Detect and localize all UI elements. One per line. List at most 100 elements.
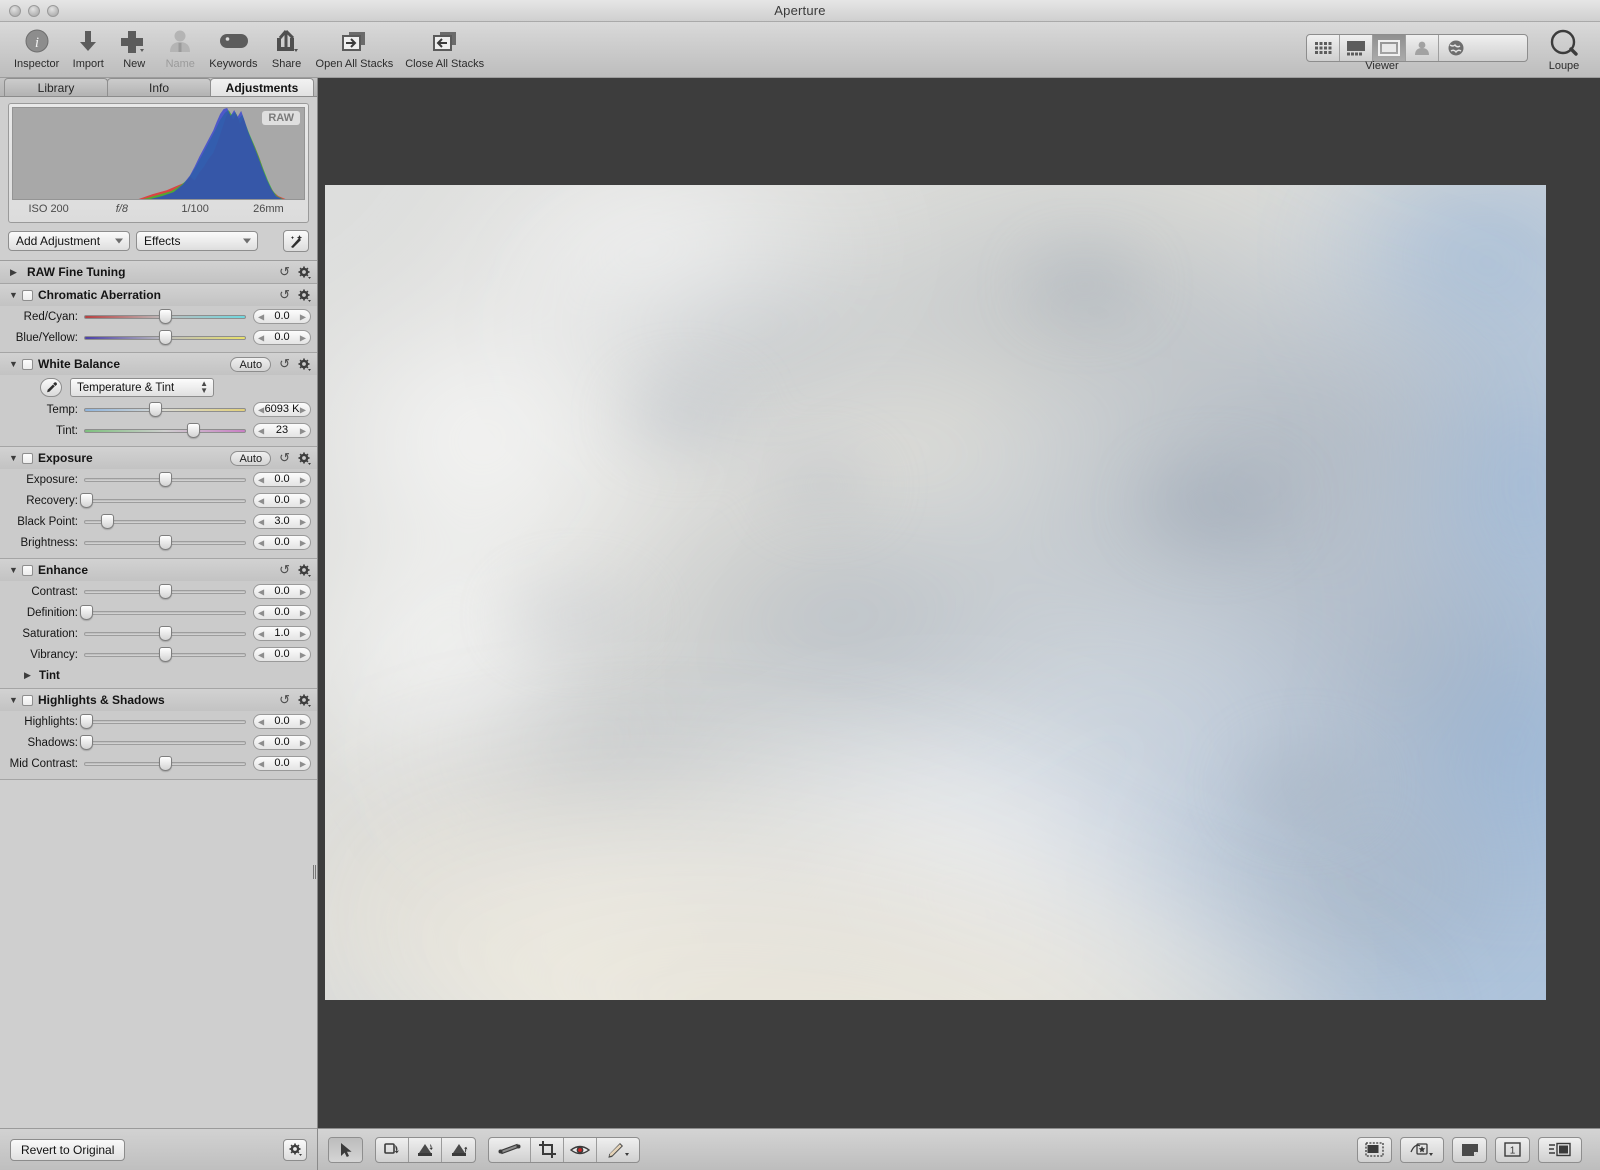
slider-tint[interactable]: [84, 420, 246, 441]
adjustments-scroll-area[interactable]: ▶ RAW Fine Tuning ↺ ▼ Chromatic Aberrati…: [0, 261, 317, 1128]
stepper-decrement-icon[interactable]: ◀: [258, 536, 264, 549]
stepper-vibrancy[interactable]: ◀ 0.0 ▶: [253, 647, 311, 662]
slider-knob[interactable]: [159, 756, 172, 771]
auto-exposure-button[interactable]: Auto: [230, 450, 272, 466]
slider-vibrancy[interactable]: [84, 644, 246, 665]
rotate-left-tool[interactable]: [376, 1137, 409, 1162]
disclosure-triangle-expanded-icon[interactable]: ▼: [8, 359, 19, 369]
stepper-decrement-icon[interactable]: ◀: [258, 648, 264, 661]
toolbar-name-button[interactable]: Name: [157, 22, 203, 78]
section-header-raw-fine-tuning[interactable]: ▶ RAW Fine Tuning ↺: [0, 261, 317, 283]
view-mode-faces[interactable]: [1406, 35, 1439, 61]
section-header-white-balance[interactable]: ▼ White Balance Auto ↺: [0, 353, 317, 375]
show-master-group[interactable]: [1538, 1136, 1582, 1163]
red-eye-tool[interactable]: [564, 1137, 597, 1162]
stepper-contrast[interactable]: ◀ 0.0 ▶: [253, 584, 311, 599]
stepper-black-point[interactable]: ◀ 3.0 ▶: [253, 514, 311, 529]
reset-icon[interactable]: ↺: [279, 287, 290, 303]
gear-icon[interactable]: [298, 564, 311, 577]
stepper-increment-icon[interactable]: ▶: [300, 403, 306, 416]
stepper-decrement-icon[interactable]: ◀: [258, 585, 264, 598]
photo-image[interactable]: [325, 185, 1546, 1000]
stepper-recovery[interactable]: ◀ 0.0 ▶: [253, 493, 311, 508]
stepper-blue-yellow[interactable]: ◀ 0.0 ▶: [253, 330, 311, 345]
auto-white-balance-button[interactable]: Auto: [230, 356, 272, 372]
gear-icon[interactable]: [298, 694, 311, 707]
white-balance-mode-dropdown[interactable]: Temperature & Tint ▲ ▼: [70, 377, 214, 397]
toolbar-new-button[interactable]: New: [111, 22, 157, 78]
section-checkbox-highlights-shadows[interactable]: [22, 694, 33, 706]
stepper-shadows[interactable]: ◀ 0.0 ▶: [253, 735, 311, 750]
show-metadata-button[interactable]: [1358, 1138, 1391, 1162]
slider-black-point[interactable]: [84, 511, 246, 532]
slider-definition[interactable]: [79, 602, 246, 623]
section-header-chromatic-aberration[interactable]: ▼ Chromatic Aberration ↺: [0, 284, 317, 306]
rating-overlay-button[interactable]: [1401, 1138, 1443, 1162]
stepper-increment-icon[interactable]: ▶: [300, 473, 306, 486]
effects-dropdown[interactable]: Effects: [136, 231, 258, 251]
slider-red-cyan[interactable]: [84, 306, 246, 327]
slider-knob[interactable]: [159, 584, 172, 599]
gear-icon[interactable]: [298, 452, 311, 465]
reset-icon[interactable]: ↺: [279, 356, 290, 372]
stepper-tint[interactable]: ◀ 23 ▶: [253, 423, 311, 438]
stepper-temp[interactable]: ◀ 6093 K ▶: [253, 402, 311, 417]
stepper-increment-icon[interactable]: ▶: [300, 715, 306, 728]
toolbar-import-button[interactable]: Import: [65, 22, 111, 78]
stepper-increment-icon[interactable]: ▶: [300, 585, 306, 598]
stepper-increment-icon[interactable]: ▶: [300, 648, 306, 661]
stepper-increment-icon[interactable]: ▶: [300, 606, 306, 619]
slider-mid-contrast[interactable]: [84, 753, 246, 774]
reset-icon[interactable]: ↺: [279, 264, 290, 280]
stepper-decrement-icon[interactable]: ◀: [258, 310, 264, 323]
slider-knob[interactable]: [149, 402, 163, 417]
stepper-decrement-icon[interactable]: ◀: [258, 473, 264, 486]
slider-knob[interactable]: [79, 735, 93, 750]
background-color-button[interactable]: [1453, 1138, 1486, 1162]
slider-knob[interactable]: [159, 472, 172, 487]
stepper-decrement-icon[interactable]: ◀: [258, 403, 264, 416]
section-checkbox-exposure[interactable]: [22, 452, 33, 464]
section-checkbox-enhance[interactable]: [22, 564, 33, 576]
inspector-action-menu-button[interactable]: [283, 1138, 307, 1161]
background-color-group[interactable]: [1452, 1136, 1487, 1163]
slider-saturation[interactable]: [84, 623, 246, 644]
gear-icon[interactable]: [298, 358, 311, 371]
section-checkbox-white-balance[interactable]: [22, 358, 33, 370]
retouch-brush-tool[interactable]: [597, 1138, 639, 1162]
one-up-view-group[interactable]: 1: [1495, 1136, 1530, 1163]
gear-icon[interactable]: [298, 266, 311, 279]
toolbar-close-all-stacks-button[interactable]: Close All Stacks: [399, 22, 490, 78]
revert-to-original-button[interactable]: Revert to Original: [10, 1138, 126, 1161]
stepper-decrement-icon[interactable]: ◀: [258, 494, 264, 507]
show-master-button[interactable]: [1539, 1138, 1581, 1162]
section-header-highlights-shadows[interactable]: ▼ Highlights & Shadows ↺: [0, 689, 317, 711]
slider-knob[interactable]: [100, 514, 114, 529]
reset-icon[interactable]: ↺: [279, 692, 290, 708]
stepper-increment-icon[interactable]: ▶: [300, 627, 306, 640]
stepper-increment-icon[interactable]: ▶: [300, 515, 306, 528]
rating-overlay-group[interactable]: [1400, 1136, 1444, 1163]
selection-arrow-tool[interactable]: [329, 1137, 362, 1162]
stepper-definition[interactable]: ◀ 0.0 ▶: [253, 605, 311, 620]
metadata-overlay-group[interactable]: [1357, 1136, 1392, 1163]
stepper-increment-icon[interactable]: ▶: [300, 331, 306, 344]
slider-knob[interactable]: [159, 330, 172, 345]
stepper-decrement-icon[interactable]: ◀: [258, 736, 264, 749]
stepper-decrement-icon[interactable]: ◀: [258, 715, 264, 728]
slider-knob[interactable]: [186, 423, 200, 438]
stepper-decrement-icon[interactable]: ◀: [258, 424, 264, 437]
stepper-decrement-icon[interactable]: ◀: [258, 515, 264, 528]
view-mode-viewer[interactable]: [1373, 35, 1406, 61]
slider-knob[interactable]: [159, 647, 172, 662]
slider-knob[interactable]: [159, 535, 172, 550]
slider-knob[interactable]: [79, 714, 93, 729]
slider-exposure[interactable]: [84, 469, 246, 490]
stepper-increment-icon[interactable]: ▶: [300, 536, 306, 549]
straighten-tool[interactable]: [489, 1137, 531, 1162]
disclosure-triangle-collapsed-icon[interactable]: ▶: [22, 670, 33, 681]
section-checkbox-chromatic-aberration[interactable]: [22, 289, 33, 301]
slider-brightness[interactable]: [84, 532, 246, 553]
slider-shadows[interactable]: [79, 732, 246, 753]
inspector-tabs[interactable]: Library Info Adjustments: [0, 78, 317, 97]
